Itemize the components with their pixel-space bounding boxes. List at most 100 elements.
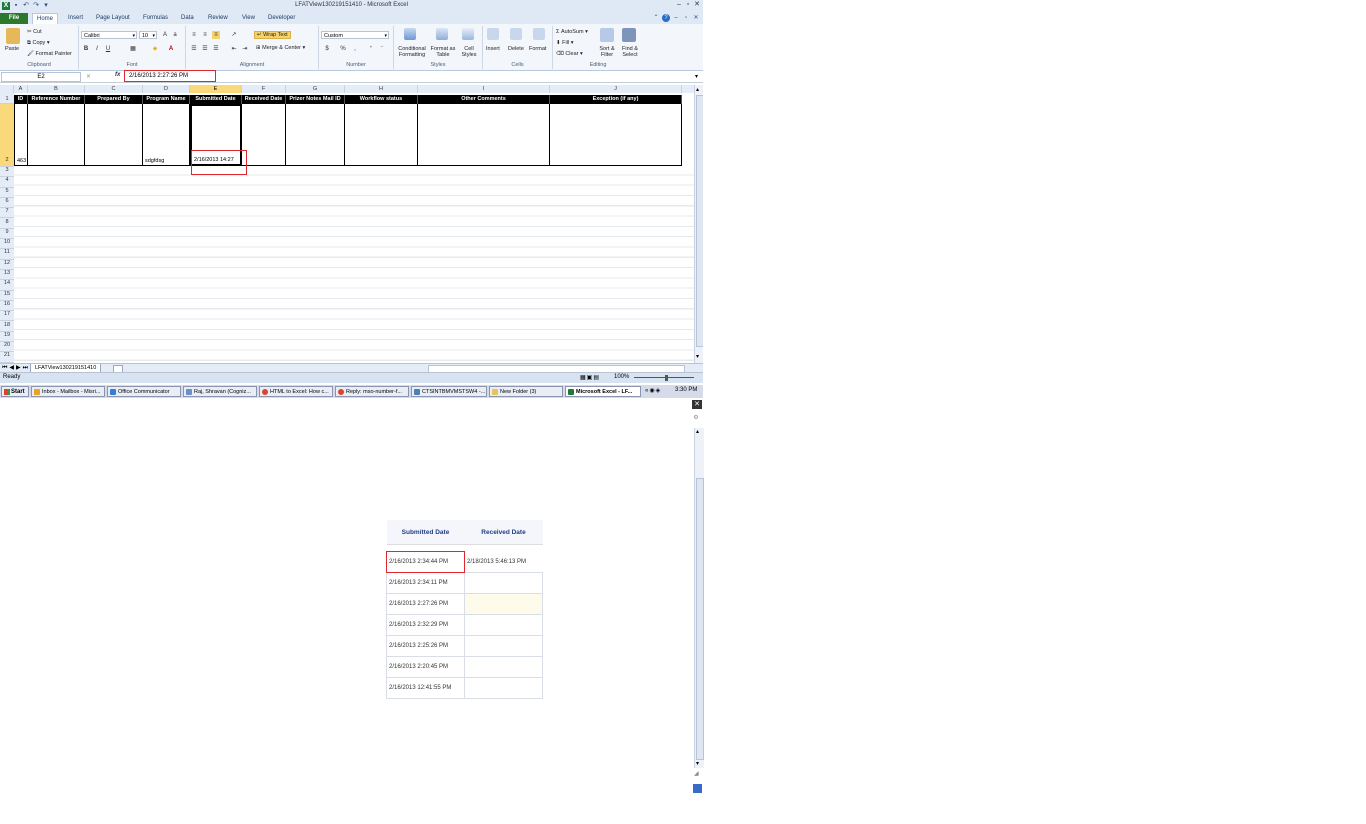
percent-button[interactable]: %: [339, 45, 347, 53]
align-right-icon[interactable]: ☰: [212, 45, 220, 53]
number-format-combo[interactable]: Custom ▾: [321, 31, 389, 39]
comma-button[interactable]: ,: [351, 45, 359, 53]
row-header[interactable]: 9: [0, 229, 14, 240]
header-cell-submitted-date[interactable]: Submitted Date: [190, 95, 242, 104]
close-icon[interactable]: ✕: [693, 1, 701, 9]
close-icon[interactable]: ✕: [692, 400, 702, 409]
scroll-down-icon[interactable]: ▾: [696, 760, 699, 767]
decrease-decimal-icon[interactable]: ⁻: [378, 45, 386, 53]
name-box[interactable]: E2: [1, 72, 81, 82]
taskbar-item-folder[interactable]: New Folder (3): [489, 386, 563, 397]
header-cell-id[interactable]: ID: [14, 95, 28, 104]
grow-font-icon[interactable]: A: [161, 31, 169, 39]
cut-button[interactable]: ✂ Cut: [27, 29, 42, 35]
find-select-button[interactable]: Find & Select: [619, 46, 641, 58]
row-header[interactable]: 7: [0, 208, 14, 219]
italic-button[interactable]: I: [93, 45, 101, 53]
align-left-icon[interactable]: ☰: [190, 45, 198, 53]
header-cell-received-date[interactable]: Received Date: [242, 95, 286, 104]
taskbar-item-excel[interactable]: Microsoft Excel - LF...: [565, 386, 641, 397]
start-button[interactable]: Start: [1, 386, 29, 397]
select-all-corner[interactable]: [0, 85, 14, 93]
tab-formulas[interactable]: Formulas: [139, 13, 172, 24]
font-size-combo[interactable]: 10 ▾: [139, 31, 157, 39]
expand-formula-icon[interactable]: ▾: [695, 73, 698, 80]
zoom-slider-handle[interactable]: [665, 375, 668, 381]
vertical-scrollbar[interactable]: ▴ ▾: [694, 85, 703, 363]
clear-button[interactable]: ⌫ Clear ▾: [556, 51, 583, 57]
increase-indent-icon[interactable]: ⇥: [241, 45, 249, 53]
font-color-icon[interactable]: A: [167, 45, 175, 53]
copy-button[interactable]: ⧉ Copy ▾: [27, 40, 50, 47]
row-header[interactable]: 19: [0, 332, 14, 343]
column-header[interactable]: A: [14, 85, 28, 93]
zoom-slider[interactable]: [634, 377, 694, 378]
row-header[interactable]: 20: [0, 342, 14, 353]
cell-a2[interactable]: 463: [14, 104, 28, 166]
bold-button[interactable]: B: [82, 45, 90, 53]
column-header[interactable]: B: [28, 85, 85, 93]
restore-icon[interactable]: ▫: [684, 1, 692, 9]
autosum-button[interactable]: Σ AutoSum ▾: [556, 29, 588, 35]
column-header[interactable]: D: [143, 85, 190, 93]
row-header[interactable]: 17: [0, 311, 14, 322]
header-cell-program-name[interactable]: Program Name: [143, 95, 190, 104]
resize-grip-icon[interactable]: ◢: [694, 770, 702, 778]
conditional-formatting-icon[interactable]: [404, 28, 416, 40]
cell-d2[interactable]: sdgfdsg: [143, 104, 190, 166]
align-center-icon[interactable]: ☰: [201, 45, 209, 53]
row-header[interactable]: 8: [0, 219, 14, 229]
row-header[interactable]: 11: [0, 249, 14, 260]
cell-j2[interactable]: [550, 104, 682, 166]
paste-button[interactable]: Paste: [5, 46, 19, 52]
row-header[interactable]: 13: [0, 270, 14, 281]
align-top-icon[interactable]: ≡: [190, 31, 198, 39]
taskbar-item-browser-2[interactable]: Reply: mso-number-f...: [335, 386, 409, 397]
sheet-nav-icon[interactable]: ⏮◀▶⏭: [2, 364, 30, 372]
header-cell-prepared-by[interactable]: Prepared By: [85, 95, 143, 104]
column-header[interactable]: E: [190, 85, 242, 93]
conditional-formatting-button[interactable]: Conditional Formatting: [396, 46, 428, 58]
settings-icon[interactable]: ⚙: [692, 414, 700, 422]
row-header[interactable]: 14: [0, 280, 14, 291]
format-as-table-button[interactable]: Format as Table: [430, 46, 456, 58]
delete-cells-icon[interactable]: [510, 28, 522, 40]
formula-cancel-icon[interactable]: ✕: [86, 73, 91, 80]
header-cell-prizer-notes[interactable]: Prizer Notes Mail ID: [286, 95, 345, 104]
row-header[interactable]: 3: [0, 167, 14, 178]
format-cells-icon[interactable]: [533, 28, 545, 40]
row-header[interactable]: 5: [0, 188, 14, 198]
cell-g2[interactable]: [286, 104, 345, 166]
paste-icon[interactable]: [6, 28, 20, 44]
column-header[interactable]: J: [550, 85, 682, 93]
row-header[interactable]: 6: [0, 198, 14, 209]
help-icon[interactable]: ?: [662, 14, 670, 22]
row-header[interactable]: 1: [0, 95, 14, 104]
workbook-minimize-icon[interactable]: –: [672, 14, 680, 22]
format-cells-button[interactable]: Format: [529, 46, 546, 52]
cell-c2[interactable]: [85, 104, 143, 166]
system-tray-icons[interactable]: «◉◈: [645, 387, 661, 394]
row-header[interactable]: 18: [0, 322, 14, 332]
cell-f2[interactable]: [242, 104, 286, 166]
find-select-icon[interactable]: [622, 28, 636, 42]
taskbar-item-browser-1[interactable]: HTML to Excel: How c...: [259, 386, 333, 397]
cell-b2[interactable]: [28, 104, 85, 166]
taskbar-item-chat[interactable]: Raj, Shravan (Cogniz...: [183, 386, 257, 397]
column-header[interactable]: F: [242, 85, 286, 93]
shrink-font-icon[interactable]: a: [171, 31, 179, 39]
row-header[interactable]: 12: [0, 260, 14, 270]
worksheet-grid[interactable]: ID Reference Number Prepared By Program …: [14, 93, 694, 363]
row-header[interactable]: 15: [0, 291, 14, 301]
workbook-close-icon[interactable]: ✕: [692, 14, 700, 22]
delete-cells-button[interactable]: Delete: [508, 46, 524, 52]
align-middle-icon[interactable]: ≡: [201, 31, 209, 39]
row-header[interactable]: 16: [0, 301, 14, 312]
row-header[interactable]: 2: [0, 104, 14, 167]
taskbar-item-communicator[interactable]: Office Communicator: [107, 386, 181, 397]
tab-developer[interactable]: Developer: [264, 13, 299, 24]
fill-button[interactable]: ⬇ Fill ▾: [556, 40, 573, 46]
tab-data[interactable]: Data: [177, 13, 198, 24]
scroll-up-icon[interactable]: ▴: [696, 86, 699, 93]
merge-center-button[interactable]: ⊞ Merge & Center ▾: [256, 45, 305, 51]
